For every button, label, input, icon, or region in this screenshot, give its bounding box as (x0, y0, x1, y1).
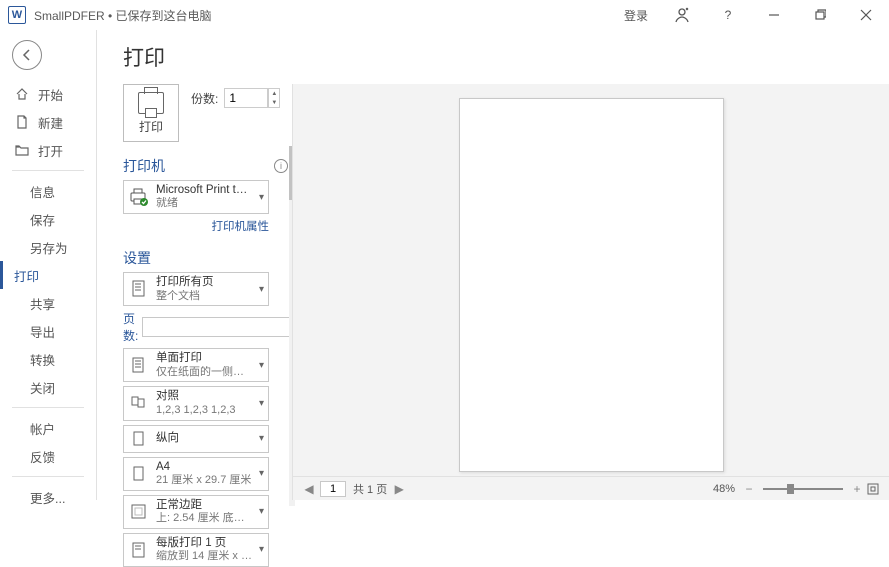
copies-input[interactable] (224, 88, 268, 108)
nav-label: 共享 (30, 294, 55, 313)
zoom-slider[interactable] (763, 488, 843, 490)
app-icon: W (8, 6, 26, 24)
print-preview (293, 84, 889, 476)
separator (12, 476, 84, 477)
help-button[interactable]: ? (705, 0, 751, 30)
section-settings: 设置 (123, 248, 151, 268)
pages-label: 页数: (123, 310, 138, 344)
portrait-icon (128, 428, 150, 450)
setting-line2: 整个文档 (156, 290, 252, 304)
duplex-dropdown[interactable]: 单面打印仅在纸面的一侧上进... (123, 348, 269, 382)
nav-info[interactable]: 信息 (0, 177, 96, 205)
print-label: 打印 (139, 118, 163, 135)
new-doc-icon (14, 115, 30, 129)
nav-label: 信息 (30, 182, 55, 201)
nav-export[interactable]: 导出 (0, 317, 96, 345)
printer-status: 就绪 (156, 197, 252, 211)
nav-label: 打印 (14, 266, 39, 285)
printer-dropdown[interactable]: Microsoft Print to PDF就绪 (123, 180, 269, 214)
paper-size-dropdown[interactable]: A421 厘米 x 29.7 厘米 (123, 457, 269, 491)
setting-line2: 仅在纸面的一侧上进... (156, 366, 252, 380)
nav-label: 导出 (30, 322, 55, 341)
paper-icon (128, 463, 150, 485)
print-button[interactable]: 打印 (123, 84, 179, 142)
setting-line1: A4 (156, 460, 252, 474)
zoom-in-button[interactable]: + (849, 481, 865, 497)
separator (12, 407, 84, 408)
back-button[interactable] (12, 40, 42, 70)
collate-dropdown[interactable]: 对照1,2,3 1,2,3 1,2,3 (123, 386, 269, 420)
printer-name: Microsoft Print to PDF (156, 183, 252, 197)
page-title: 打印 (97, 30, 889, 84)
nav-more[interactable]: 更多... (0, 483, 96, 511)
copies-spinner[interactable]: ▲▼ (268, 88, 280, 108)
nav-label: 另存为 (30, 238, 68, 257)
printer-properties-link[interactable]: 打印机属性 (212, 221, 270, 233)
nav-label: 更多... (30, 488, 65, 507)
copies-label: 份数: (191, 90, 218, 107)
page-number-input[interactable] (320, 481, 346, 497)
nav-feedback[interactable]: 反馈 (0, 442, 96, 470)
info-icon[interactable]: i (274, 159, 288, 173)
close-button[interactable] (843, 0, 889, 30)
preview-page (459, 98, 724, 472)
zoom-percent: 48% (713, 483, 735, 495)
zoom-out-button[interactable]: − (741, 481, 757, 497)
nav-account[interactable]: 帐户 (0, 414, 96, 442)
nav-label: 打开 (38, 141, 63, 160)
setting-line2: 上: 2.54 厘米 底部: 2... (156, 512, 252, 526)
sheet-icon (128, 539, 150, 561)
nav-label: 新建 (38, 113, 63, 132)
pages-per-sheet-dropdown[interactable]: 每版打印 1 页缩放到 14 厘米 x 20.3... (123, 533, 269, 567)
collate-icon (128, 392, 150, 414)
nav-new[interactable]: 新建 (0, 108, 96, 136)
nav-label: 关闭 (30, 378, 55, 397)
minimize-button[interactable] (751, 0, 797, 30)
section-printer: 打印机 (123, 156, 165, 176)
next-page-button[interactable]: ▶ (391, 481, 407, 497)
setting-line1: 每版打印 1 页 (156, 536, 252, 550)
page-count-text: 共 1 页 (353, 481, 387, 497)
restore-button[interactable] (797, 0, 843, 30)
pages-icon (128, 278, 150, 300)
home-icon (14, 87, 30, 101)
setting-line1: 打印所有页 (156, 275, 252, 289)
setting-line1: 单面打印 (156, 351, 252, 365)
sign-in-button[interactable]: 登录 (613, 0, 659, 30)
setting-line1: 纵向 (156, 431, 252, 445)
nav-close[interactable]: 关闭 (0, 373, 96, 401)
printer-status-icon (128, 186, 150, 208)
setting-line2: 21 厘米 x 29.7 厘米 (156, 474, 252, 488)
setting-line2: 1,2,3 1,2,3 1,2,3 (156, 404, 252, 418)
nav-save[interactable]: 保存 (0, 205, 96, 233)
duplex-icon (128, 354, 150, 376)
margins-icon (128, 501, 150, 523)
separator (12, 170, 84, 171)
setting-line1: 对照 (156, 389, 252, 403)
prev-page-button[interactable]: ◀ (301, 481, 317, 497)
printer-icon (138, 92, 164, 114)
print-scope-dropdown[interactable]: 打印所有页整个文档 (123, 272, 269, 306)
nav-label: 帐户 (30, 419, 55, 438)
nav-label: 反馈 (30, 447, 55, 466)
document-title: SmallPDFER • 已保存到这台电脑 (34, 7, 613, 24)
nav-home[interactable]: 开始 (0, 80, 96, 108)
nav-label: 转换 (30, 350, 55, 369)
nav-print[interactable]: 打印 (0, 261, 96, 289)
open-folder-icon (14, 143, 30, 157)
nav-label: 开始 (38, 85, 63, 104)
setting-line2: 缩放到 14 厘米 x 20.3... (156, 550, 252, 564)
nav-share[interactable]: 共享 (0, 289, 96, 317)
nav-label: 保存 (30, 210, 55, 229)
nav-saveas[interactable]: 另存为 (0, 233, 96, 261)
nav-open[interactable]: 打开 (0, 136, 96, 164)
fit-page-button[interactable] (865, 481, 881, 497)
nav-transform[interactable]: 转换 (0, 345, 96, 373)
orientation-dropdown[interactable]: 纵向 (123, 425, 269, 453)
account-icon[interactable] (659, 0, 705, 30)
